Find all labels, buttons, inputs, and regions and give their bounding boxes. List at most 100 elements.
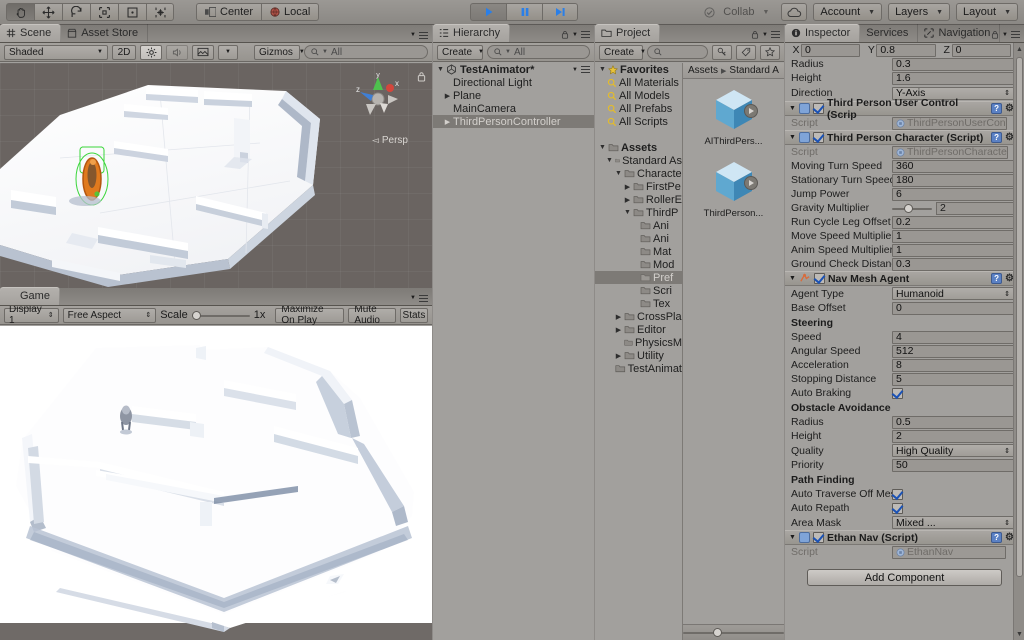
play-button[interactable] xyxy=(470,3,506,21)
disclosure-triangle-icon[interactable]: ▼ xyxy=(597,66,608,73)
disclosure-triangle-icon[interactable]: ▼ xyxy=(789,534,796,541)
project-row-materials[interactable]: Mat xyxy=(595,245,682,258)
project-row-testanimator[interactable]: TestAnimat xyxy=(595,362,682,375)
center-vector-row[interactable]: X 0 Y 0.8 Z 0 xyxy=(785,43,1024,57)
project-row-firstperson[interactable]: ▶ FirstPe xyxy=(595,180,682,193)
disclosure-triangle-icon[interactable]: ▶ xyxy=(442,118,453,126)
project-row-scripts[interactable]: Scri xyxy=(595,284,682,297)
help-icon[interactable]: ? xyxy=(991,103,1003,114)
hierarchy-row-thirdpersoncontroller[interactable]: ▶ ThirdPersonController xyxy=(433,115,594,128)
project-row-all-scripts[interactable]: All Scripts xyxy=(595,115,682,128)
agent-type-dropdown[interactable]: Humanoid ⇕ xyxy=(892,287,1014,300)
rect-tool-button[interactable] xyxy=(118,3,146,21)
area-mask-dropdown[interactable]: Mixed ... ⇕ xyxy=(892,516,1014,529)
hand-tool-button[interactable] xyxy=(6,3,34,21)
disclosure-triangle-icon[interactable]: ▼ xyxy=(789,275,796,282)
asset-item[interactable]: ThirdPerson... xyxy=(694,159,774,219)
stopping-distance-field[interactable]: 5 xyxy=(892,372,1014,386)
transform-tool-button[interactable] xyxy=(146,3,174,21)
project-row-characters[interactable]: ▼ Characte xyxy=(595,167,682,180)
favorites-filter-button[interactable] xyxy=(760,44,780,60)
anim-speed-multiplier-field[interactable]: 1 xyxy=(892,243,1014,257)
component-enabled-checkbox[interactable] xyxy=(812,103,824,114)
project-row-physicsmaterials[interactable]: PhysicsM xyxy=(595,336,682,349)
tab-navigation[interactable]: Navigation xyxy=(918,24,1001,42)
inspector-panel-menu[interactable]: ▼ xyxy=(991,30,1020,39)
center-y-field[interactable]: 0.8 xyxy=(876,43,936,57)
slider-knob[interactable] xyxy=(713,628,722,637)
project-row-prefabs[interactable]: Pref xyxy=(595,271,682,284)
tab-services[interactable]: Services xyxy=(860,24,919,42)
scale-tool-button[interactable] xyxy=(90,3,118,21)
scene-perspective-label[interactable]: ◅ Persp xyxy=(372,135,408,146)
project-row-all-prefabs[interactable]: All Prefabs xyxy=(595,102,682,115)
component-header-third-person-character[interactable]: ▼ Third Person Character (Script) ? ⚙▾ xyxy=(785,130,1024,145)
aspect-dropdown[interactable]: Free Aspect ⇕ xyxy=(62,307,157,323)
project-create-button[interactable]: Create ▼ xyxy=(599,44,646,60)
acceleration-field[interactable]: 8 xyxy=(892,358,1014,372)
pivot-mode-button[interactable]: Center xyxy=(196,3,262,21)
disclosure-triangle-icon[interactable]: ▶ xyxy=(613,326,624,334)
draw-mode-dropdown[interactable]: Shaded ▼ xyxy=(4,44,108,60)
scale-slider-group[interactable]: Scale 1x xyxy=(160,309,265,322)
filter-by-type-button[interactable] xyxy=(712,44,732,60)
hierarchy-tree[interactable]: ▼ TestAnimator* ▼ Directional Light ▶ Pl… xyxy=(433,63,594,640)
asset-size-slider[interactable] xyxy=(683,624,784,640)
disclosure-triangle-icon[interactable]: ▼ xyxy=(622,209,633,216)
disclosure-triangle-icon[interactable]: ▼ xyxy=(789,105,796,112)
capsule-height-field[interactable]: 1.6 xyxy=(892,71,1014,85)
display-dropdown[interactable]: Display 1 ⇕ xyxy=(4,304,59,326)
scene-view-axis-gizmo[interactable]: y x z xyxy=(350,70,406,129)
script-object-field[interactable]: EthanNav xyxy=(892,545,1006,559)
scale-slider[interactable] xyxy=(191,309,250,322)
project-row-animation[interactable]: Ani xyxy=(595,219,682,232)
game-viewport[interactable] xyxy=(0,326,432,640)
jump-power-field[interactable]: 6 xyxy=(892,187,1014,201)
project-row-animator[interactable]: Ani xyxy=(595,232,682,245)
pause-button[interactable] xyxy=(506,3,542,21)
gravity-multiplier-field[interactable]: 2 xyxy=(936,201,1014,215)
run-cycle-leg-offset-field[interactable]: 0.2 xyxy=(892,215,1014,229)
help-icon[interactable]: ? xyxy=(991,273,1003,284)
project-tree[interactable]: ▼ Favorites All Materials All Models All… xyxy=(595,63,683,640)
layers-dropdown[interactable]: Layers ▼ xyxy=(888,3,951,21)
asset-item[interactable]: AIThirdPers... xyxy=(694,87,774,147)
inspector-content[interactable]: X 0 Y 0.8 Z 0 Radius 0.3 Height 1.6 Dire… xyxy=(785,43,1024,640)
project-row-all-materials[interactable]: All Materials xyxy=(595,76,682,89)
collab-button[interactable]: Collab ▼ xyxy=(698,3,775,21)
disclosure-triangle-icon[interactable]: ▼ xyxy=(435,66,446,73)
disclosure-triangle-icon[interactable]: ▼ xyxy=(597,144,608,151)
project-row-editor[interactable]: ▶ Editor xyxy=(595,323,682,336)
auto-repath-checkbox[interactable] xyxy=(892,502,903,514)
angular-speed-field[interactable]: 512 xyxy=(892,344,1014,358)
add-component-button[interactable]: Add Component xyxy=(807,569,1002,586)
hierarchy-row-maincamera[interactable]: MainCamera xyxy=(433,102,594,115)
auto-traverse-checkbox[interactable] xyxy=(892,488,903,500)
script-object-field[interactable]: ThirdPersonCharacte xyxy=(892,145,1008,159)
scene-fx-button[interactable] xyxy=(192,44,214,60)
tab-inspector[interactable]: Inspector xyxy=(785,24,861,42)
hierarchy-row-plane[interactable]: ▶ Plane xyxy=(433,89,594,102)
component-header-nav-mesh-agent[interactable]: ▼ Nav Mesh Agent ? ⚙▾ xyxy=(785,271,1024,286)
project-row-textures[interactable]: Tex xyxy=(595,297,682,310)
gravity-multiplier-control[interactable]: 2 xyxy=(892,201,1014,215)
gravity-multiplier-slider[interactable] xyxy=(892,202,932,215)
capsule-radius-field[interactable]: 0.3 xyxy=(892,57,1014,71)
project-row-rollerball[interactable]: ▶ RollerE xyxy=(595,193,682,206)
speed-field[interactable]: 4 xyxy=(892,330,1014,344)
tab-asset-store[interactable]: Asset Store xyxy=(61,24,149,42)
scene-lock-icon[interactable] xyxy=(417,71,426,85)
scene-fx-dropdown[interactable]: ▼ xyxy=(218,44,238,60)
component-enabled-checkbox[interactable] xyxy=(813,273,825,284)
breadcrumb-standard-assets[interactable]: Standard A xyxy=(729,65,778,76)
priority-field[interactable]: 50 xyxy=(892,458,1014,472)
hierarchy-row-directional-light[interactable]: Directional Light xyxy=(433,76,594,89)
tab-hierarchy[interactable]: Hierarchy xyxy=(433,24,511,42)
disclosure-triangle-icon[interactable]: ▶ xyxy=(622,196,633,204)
rotate-tool-button[interactable] xyxy=(62,3,90,21)
avoidance-height-field[interactable]: 2 xyxy=(892,429,1014,443)
toggle-2d-button[interactable]: 2D xyxy=(112,44,136,60)
base-offset-field[interactable]: 0 xyxy=(892,301,1014,315)
ground-check-distance-field[interactable]: 0.3 xyxy=(892,257,1014,271)
project-row-all-models[interactable]: All Models xyxy=(595,89,682,102)
